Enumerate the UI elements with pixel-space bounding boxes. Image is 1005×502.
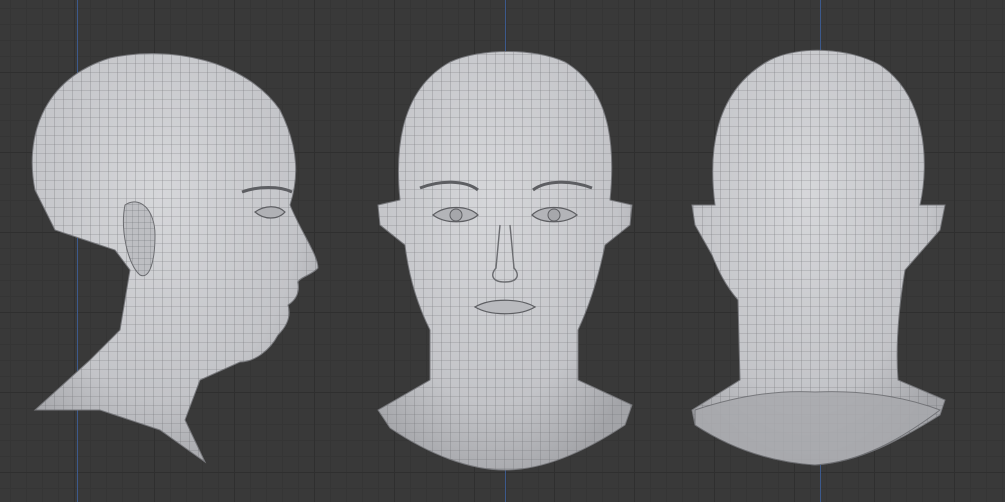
head-side-view-icon[interactable]	[31, 53, 319, 464]
viewport-canvas	[31, 49, 946, 471]
3d-viewport[interactable]	[0, 0, 1005, 502]
head-back-view-icon[interactable]	[691, 49, 946, 466]
head-front-view-icon[interactable]	[377, 51, 633, 471]
